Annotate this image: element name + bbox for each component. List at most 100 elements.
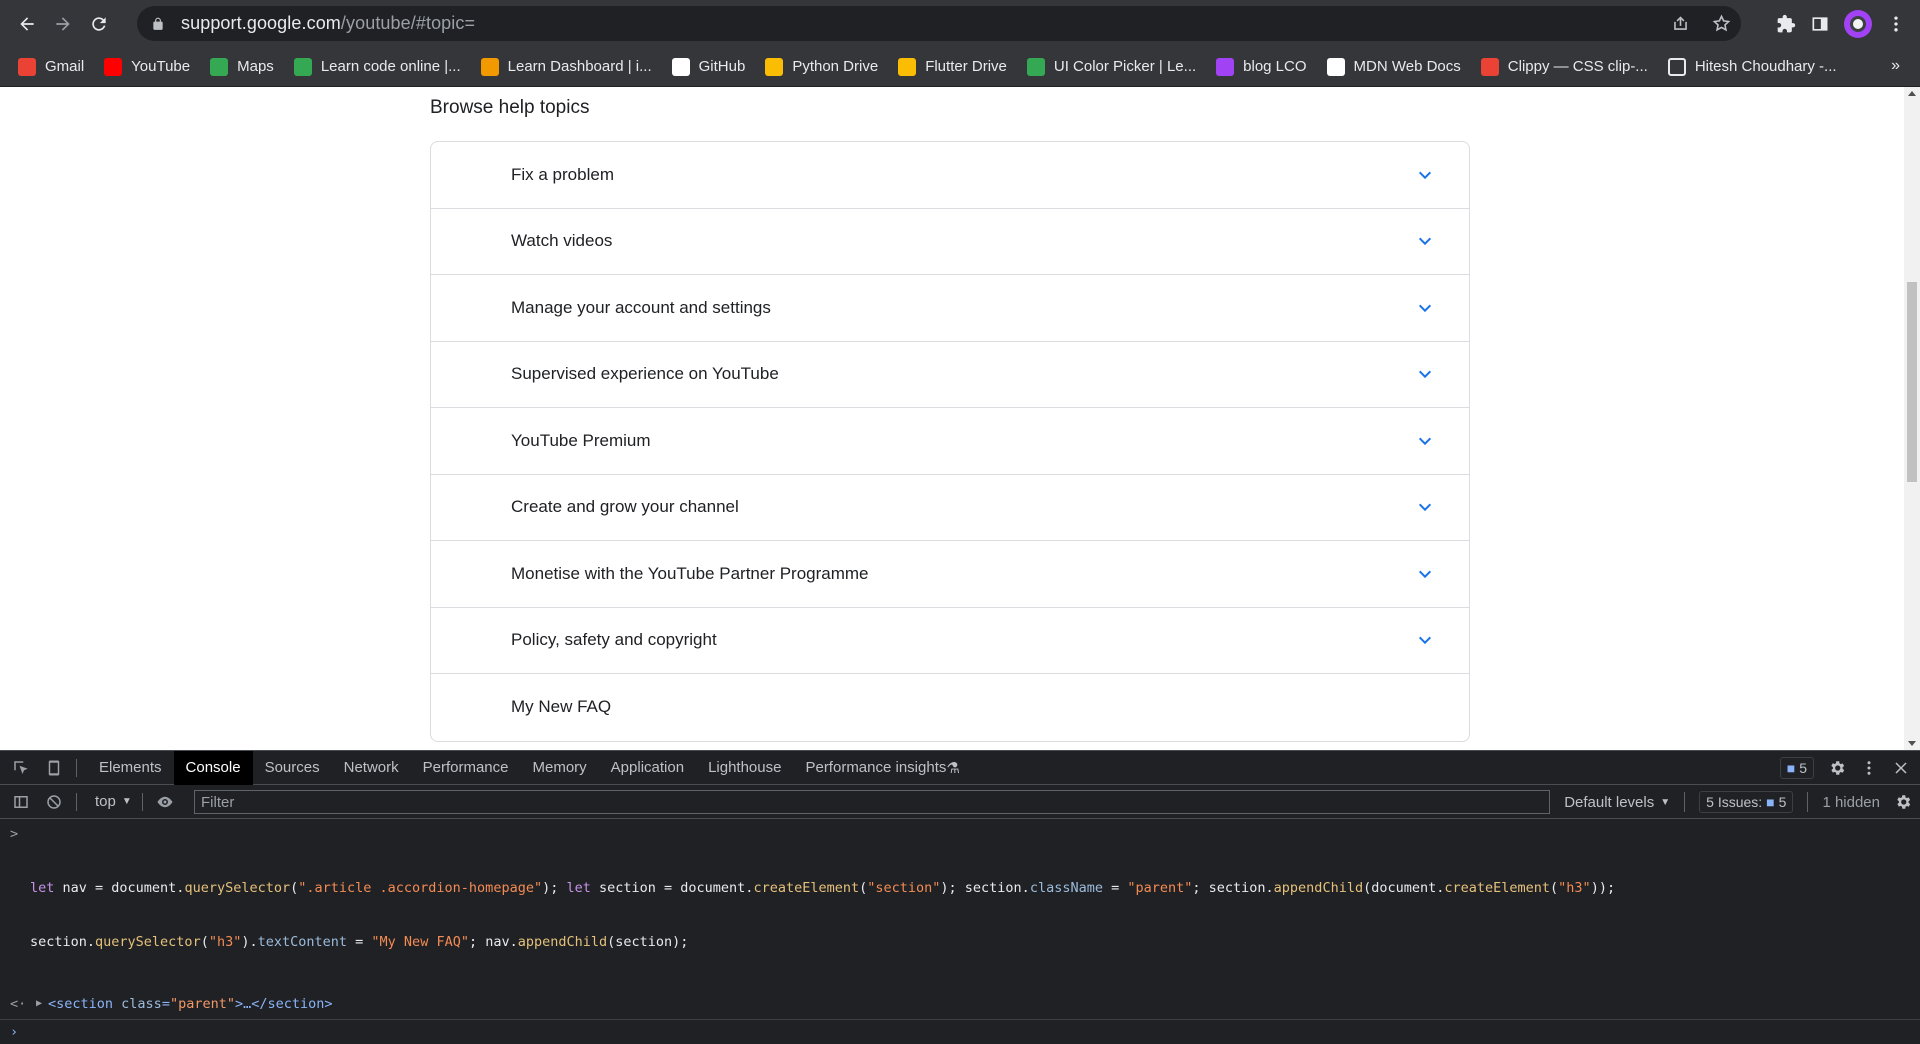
forward-button[interactable] [45,6,81,42]
profile-avatar[interactable] [1844,9,1872,38]
devtools-tab-label: Elements [99,759,162,776]
sidebar-toggle-icon[interactable] [9,790,33,814]
mdn-icon [1326,57,1345,76]
devtools-tab[interactable]: Console [173,750,253,785]
learncode-icon [293,57,312,76]
bookmark-label: GitHub [698,58,746,75]
bookmark-item[interactable]: blog LCO [1216,53,1307,81]
topic-item[interactable]: Policy, safety and copyright [431,608,1469,674]
topic-item[interactable]: My New FAQ [431,674,1469,741]
topic-label: Watch videos [511,231,613,251]
topic-item[interactable]: Supervised experience on YouTube [431,342,1469,408]
bookmark-item[interactable]: Learn Dashboard | i... [480,53,652,81]
share-icon[interactable] [1671,14,1690,33]
url-path: /youtube/#topic= [340,13,476,33]
context-selector[interactable]: top ▼ [95,793,132,810]
chevron-down-icon[interactable] [1417,233,1433,249]
scroll-thumb[interactable] [1907,282,1917,482]
extensions-icon[interactable] [1776,14,1796,34]
live-expression-eye-icon[interactable] [153,790,177,814]
side-panel-icon[interactable] [1810,14,1830,34]
console-filter-input[interactable]: Filter [194,790,1550,814]
bookmark-item[interactable]: Gmail [18,53,84,81]
chevron-down-icon[interactable] [1417,433,1433,449]
bookmark-label: UI Color Picker | Le... [1053,58,1197,75]
bookmark-label: Clippy — CSS clip-... [1507,58,1648,75]
settings-gear-icon[interactable] [1828,759,1846,777]
scroll-up-arrow[interactable] [1908,91,1916,96]
inspect-element-icon[interactable] [9,756,33,780]
chevron-down-icon[interactable] [1417,566,1433,582]
more-options-icon[interactable] [1860,759,1878,777]
hidden-count: 1 hidden [1822,793,1880,811]
topic-item[interactable]: Watch videos [431,209,1469,275]
bookmark-item[interactable]: Learn code online |... [293,53,461,81]
bookmark-star-icon[interactable] [1712,14,1731,33]
issues-button[interactable]: 5 Issues: ■ 5 [1699,791,1794,813]
drive-icon [898,57,917,76]
bookmark-label: blog LCO [1243,58,1307,75]
devtools-tab[interactable]: Memory [521,751,599,785]
blog-icon [1216,57,1235,76]
reload-icon [92,16,106,31]
devtools-tab[interactable]: Elements [87,751,174,785]
chevron-down-icon[interactable] [1417,366,1433,382]
kebab-menu-icon[interactable] [1886,14,1906,34]
devtools-tab[interactable]: Performance [411,751,521,785]
topic-item[interactable]: Fix a problem [431,142,1469,209]
topic-label: Supervised experience on YouTube [511,364,779,384]
bookmark-label: Gmail [45,58,85,75]
bookmark-item[interactable]: YouTube [104,53,190,81]
bookmark-item[interactable]: Python Drive [765,53,878,81]
devtools-tab[interactable]: Sources [253,751,332,785]
bookmark-label: Maps [237,58,274,75]
more-bookmarks-button[interactable]: » [1891,57,1900,75]
devtools-tabbar: Elements Console Sources Network Performance… [0,750,1920,785]
devtools-tab-label: Performance [422,759,509,776]
bookmark-item[interactable]: Hitesh Choudhary -... [1667,53,1837,81]
console-prompt-input[interactable]: › [0,1020,1920,1044]
bookmark-item[interactable]: Clippy — CSS clip-... [1480,53,1648,81]
chevron-down-icon[interactable] [1417,499,1433,515]
filter-placeholder: Filter [201,793,235,811]
clear-console-icon[interactable] [42,790,66,814]
close-devtools-icon[interactable] [1892,759,1910,777]
bookmark-item[interactable]: Flutter Drive [898,53,1007,81]
bookmark-label: Flutter Drive [925,58,1007,75]
chevron-down-icon[interactable] [1417,632,1433,648]
devtools-tab-label: Network [343,759,399,776]
bookmark-item[interactable]: GitHub [671,53,746,81]
experiment-flask-icon: ⚗ [946,759,960,777]
scroll-down-arrow[interactable] [1908,741,1916,746]
log-levels-dropdown[interactable]: Default levels ▼ [1564,794,1670,811]
chevron-down-icon[interactable] [1417,300,1433,316]
reload-button[interactable] [81,6,117,42]
url-text: support.google.com/youtube/#topic= [181,13,475,34]
address-bar[interactable]: support.google.com/youtube/#topic= [137,6,1741,41]
bookmark-label: Learn code online |... [320,58,461,75]
console-settings-gear-icon[interactable] [1894,793,1912,811]
console-code-line-1: let nav = document.querySelector(".artic… [30,880,1616,896]
console-result-entry[interactable]: <· ▶ <section class="parent">…</section> [0,995,1920,1013]
bookmark-item[interactable]: UI Color Picker | Le... [1026,53,1197,81]
bookmark-item[interactable]: Maps [210,53,274,81]
page-scrollbar[interactable] [1904,87,1920,750]
web-page: Browse help topics Fix a problem Watch vi… [0,87,1904,750]
bookmark-item[interactable]: MDN Web Docs [1326,53,1461,81]
topic-label: Manage your account and settings [511,297,771,317]
topic-item[interactable]: Monetise with the YouTube Partner Progra… [431,541,1469,608]
devtools-tab[interactable]: Lighthouse [696,751,793,785]
devtools-tab[interactable]: Network [332,751,411,785]
expand-triangle-icon[interactable]: ▶ [36,995,42,1013]
devtools-tab[interactable]: Performance insights ⚗ [793,751,971,785]
chevron-down-icon[interactable] [1417,167,1433,183]
devtools-tab[interactable]: Application [599,751,696,785]
messages-badge[interactable]: ■ 5 [1779,757,1814,779]
back-button[interactable] [9,6,45,42]
topic-item[interactable]: Create and grow your channel [431,475,1469,541]
device-toolbar-icon[interactable] [42,756,66,780]
topic-item[interactable]: Manage your account and settings [431,275,1469,342]
topic-item[interactable]: YouTube Premium [431,408,1469,475]
devtools-tab-label: Lighthouse [708,759,782,776]
result-attr: class [121,996,162,1012]
